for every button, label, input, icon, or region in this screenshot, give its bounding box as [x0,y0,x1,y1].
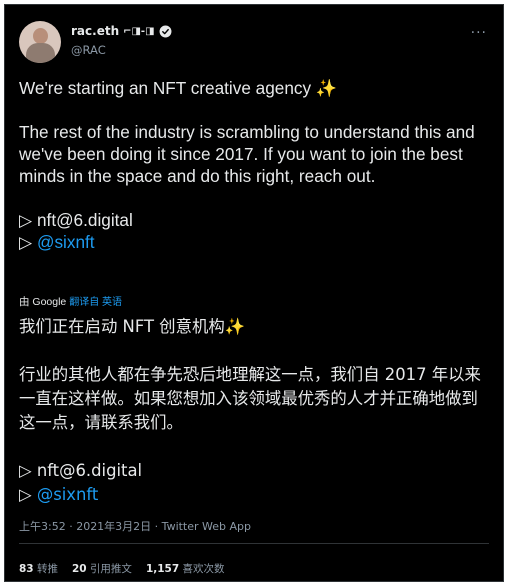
retweets-count: 83 [19,563,34,575]
retweets-stat[interactable]: 83 转推 [19,561,58,576]
translated-paragraph-2: 行业的其他人都在争先恐后地理解这一点，我们自 2017 年以来一直在这样做。如果… [19,365,481,432]
avatar[interactable] [19,21,61,63]
tweet-contact-email: ▷ nft@6.digital [19,210,133,230]
likes-count: 1,157 [145,563,180,575]
sparkles-icon: ✨ [315,78,338,98]
avatar-head [33,28,48,44]
translated-contact-handle-line: ▷ @sixnft [19,483,491,507]
tweet-header: rac.eth ⌐◨-◨ @RAC ··· [19,21,491,67]
contact-prefix: ▷ [19,485,37,504]
quotes-stat[interactable]: 20 引用推文 [72,561,132,576]
tweet-line-1-text: We're starting an NFT creative agency [19,78,316,98]
quotes-count: 20 [71,563,87,575]
translation-attribution: 由 Google 翻译自 英语 [19,293,122,309]
author-name[interactable]: rac.eth [71,24,119,38]
author-name-row[interactable]: rac.eth ⌐◨-◨ [71,24,172,38]
tweet-card: rac.eth ⌐◨-◨ @RAC ··· We're starting an … [4,4,504,582]
author-handle[interactable]: @RAC [71,43,106,57]
tweet-stats: 83 转推 20 引用推文 1,157 喜欢次数 [19,561,225,576]
divider [19,543,489,544]
mention-link[interactable]: @sixnft [37,485,98,504]
tweet-timestamp[interactable]: 上午3:52 · 2021年3月2日 · Twitter Web App [19,518,251,534]
quotes-label: 引用推文 [89,563,132,575]
more-options-icon[interactable]: ··· [471,25,487,41]
author-name-suffix: ⌐◨-◨ [123,25,155,37]
tweet-paragraph-2: The rest of the industry is scrambling t… [19,122,475,186]
translated-line-1-text: 我们正在启动 NFT 创意机构 [19,317,225,336]
tweet-line-1: We're starting an NFT creative agency ✨ [19,77,489,99]
tweet-contact-handle-line: ▷ @sixnft [19,231,489,253]
translated-by-label: 由 Google [19,296,67,308]
retweets-label: 转推 [36,563,58,575]
sparkles-icon: ✨ [224,317,246,336]
translation-link[interactable]: 翻译自 英语 [69,297,122,308]
tweet-text: We're starting an NFT creative agency ✨ … [19,77,489,253]
avatar-body [26,43,55,63]
mention-link[interactable]: @sixnft [37,232,95,252]
verified-badge-icon [159,25,172,37]
translated-contact-email: ▷ nft@6.digital [19,461,143,480]
likes-label: 喜欢次数 [182,563,225,575]
translated-line-1: 我们正在启动 NFT 创意机构✨ [19,315,491,339]
contact-prefix: ▷ [19,232,37,252]
translated-text: 我们正在启动 NFT 创意机构✨ 行业的其他人都在争先恐后地理解这一点，我们自 … [19,315,491,507]
likes-stat[interactable]: 1,157 喜欢次数 [146,561,225,576]
